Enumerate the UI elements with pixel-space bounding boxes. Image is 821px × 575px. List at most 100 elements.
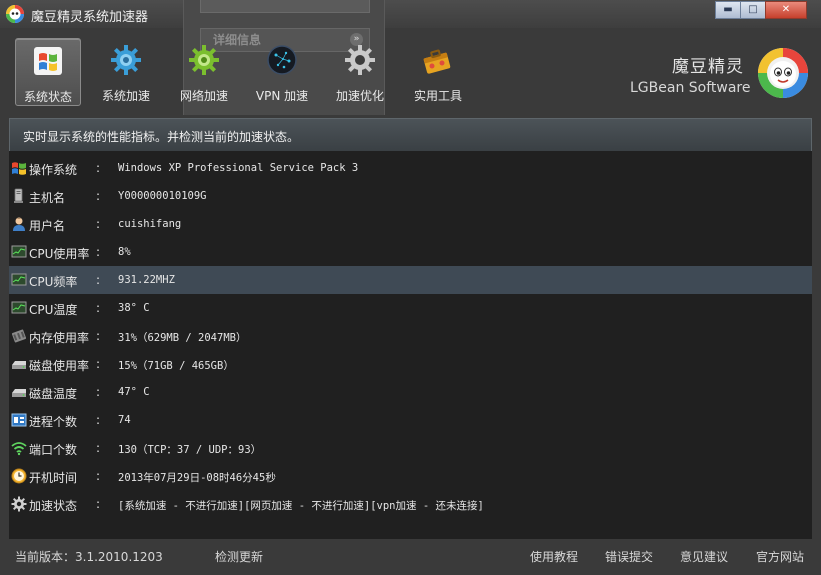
brand-logo <box>758 48 808 98</box>
row-label: 磁盘温度 <box>29 387 78 401</box>
tab-label: 系统状态 <box>23 90 72 104</box>
row-value: 130（TCP：37 / UDP：93） <box>118 444 262 456</box>
row-label: CPU使用率 <box>29 247 90 261</box>
system-status-panel: 操作系统 : Windows XP Professional Service P… <box>9 151 812 539</box>
tab-label: 实用工具 <box>413 89 462 103</box>
row-value: 2013年07月29日-08时46分45秒 <box>118 472 276 484</box>
row-cpu-temperature: CPU温度 : 38° C <box>9 294 812 322</box>
row-label: 内存使用率 <box>29 331 90 345</box>
vpn-globe-icon <box>267 45 297 75</box>
tab-optimization[interactable]: 加速优化 <box>328 38 392 104</box>
row-label: CPU频率 <box>29 275 78 289</box>
app-logo-icon <box>6 5 24 23</box>
brand-name-cn: 魔豆精灵 <box>672 57 744 77</box>
row-separator: : <box>96 245 101 259</box>
row-memory-usage: 内存使用率 : 31%（629MB / 2047MB） <box>9 322 812 350</box>
row-cpu-usage: CPU使用率 : 8% <box>9 238 812 266</box>
tab-system-acceleration[interactable]: 系统加速 <box>94 38 158 104</box>
maximize-button[interactable]: □ <box>740 1 766 19</box>
row-value: 38° C <box>118 302 150 314</box>
toolbox-icon <box>423 49 451 74</box>
tab-vpn-acceleration[interactable]: VPN 加速 <box>250 38 314 104</box>
status-footer: 当前版本：3.1.2010.1203 检测更新 使用教程 错误提交 意见建议 官… <box>0 540 821 575</box>
row-separator: : <box>96 161 101 175</box>
windows-flag-icon <box>34 47 62 75</box>
row-separator: : <box>96 301 101 315</box>
tab-label: 网络加速 <box>179 89 228 103</box>
row-disk-temperature: 磁盘温度 : 47° C <box>9 378 812 406</box>
settings-gear-icon <box>11 496 27 512</box>
website-link[interactable]: 官方网站 <box>756 548 804 565</box>
main-toolbar: 系统状态 系统加速 网络加速 VPN 加速 加速优化 实用工具 魔豆精灵 LGB… <box>0 28 821 114</box>
row-separator: : <box>96 441 101 455</box>
row-label: 进程个数 <box>29 415 78 429</box>
row-label: 用户名 <box>29 219 66 233</box>
report-error-link[interactable]: 错误提交 <box>605 548 653 565</box>
tab-network-acceleration[interactable]: 网络加速 <box>172 38 236 104</box>
clock-icon <box>11 468 27 484</box>
version-label: 当前版本：3.1.2010.1203 <box>15 550 163 564</box>
title-bar: 魔豆精灵系统加速器 ▬ □ ✕ <box>0 0 821 28</box>
row-os: 操作系统 : Windows XP Professional Service P… <box>9 154 812 182</box>
process-icon <box>11 413 27 427</box>
row-hostname: 主机名 : Y000000010109G <box>9 182 812 210</box>
green-gear-icon <box>189 45 219 75</box>
row-username: 用户名 : cuishifang <box>9 210 812 238</box>
windows-icon <box>12 162 26 175</box>
cpu-monitor-icon <box>11 245 27 258</box>
row-separator: : <box>96 385 101 399</box>
row-label: CPU温度 <box>29 303 78 317</box>
row-value: 47° C <box>118 386 150 398</box>
tab-utilities[interactable]: 实用工具 <box>406 38 470 104</box>
wifi-icon <box>11 442 27 456</box>
disk-icon <box>12 389 26 397</box>
row-separator: : <box>96 413 101 427</box>
row-port-count: 端口个数 : 130（TCP：37 / UDP：93） <box>9 434 812 462</box>
row-value: 74 <box>118 414 131 426</box>
description-banner: 实时显示系统的性能指标。并检测当前的加速状态。 <box>9 118 812 151</box>
row-separator: : <box>96 469 101 483</box>
minimize-button[interactable]: ▬ <box>715 1 741 19</box>
close-button[interactable]: ✕ <box>765 1 807 19</box>
row-label: 磁盘使用率 <box>29 359 90 373</box>
tab-label: VPN 加速 <box>255 89 309 103</box>
row-value: [系统加速 - 不进行加速][网页加速 - 不进行加速][vpn加速 - 还未连… <box>118 500 484 512</box>
brand-name-en: LGBean Software <box>630 80 751 96</box>
window-title: 魔豆精灵系统加速器 <box>31 10 149 25</box>
row-value: cuishifang <box>118 218 182 230</box>
tab-label: 系统加速 <box>101 89 150 103</box>
check-update-link[interactable]: 检测更新 <box>215 548 263 565</box>
disk-icon <box>12 361 26 369</box>
row-value: Windows XP Professional Service Pack 3 <box>118 162 359 174</box>
row-label: 开机时间 <box>29 471 78 485</box>
row-value: 15%（71GB / 465GB） <box>118 360 234 372</box>
row-process-count: 进程个数 : 74 <box>9 406 812 434</box>
computer-icon <box>14 188 23 203</box>
row-value: 931.22MHZ <box>118 274 175 286</box>
row-separator: : <box>96 273 101 287</box>
row-value: 31%（629MB / 2047MB） <box>118 332 247 344</box>
row-value: Y000000010109G <box>118 190 207 202</box>
memory-icon <box>11 329 27 343</box>
row-label: 加速状态 <box>29 499 78 513</box>
row-label: 操作系统 <box>29 163 78 177</box>
tab-label: 加速优化 <box>335 89 384 103</box>
row-separator: : <box>96 217 101 231</box>
row-separator: : <box>96 329 101 343</box>
window-controls: ▬ □ ✕ <box>715 1 807 19</box>
row-separator: : <box>96 357 101 371</box>
row-acceleration-status: 加速状态 : [系统加速 - 不进行加速][网页加速 - 不进行加速][vpn加… <box>9 490 812 518</box>
banner-text: 实时显示系统的性能指标。并检测当前的加速状态。 <box>23 130 300 144</box>
row-value: 8% <box>118 246 131 258</box>
row-label: 主机名 <box>29 191 66 205</box>
window-edge <box>812 115 821 540</box>
tab-system-status[interactable]: 系统状态 <box>15 38 81 106</box>
cpu-monitor-icon <box>11 273 27 286</box>
feedback-link[interactable]: 意见建议 <box>680 548 728 565</box>
row-label: 端口个数 <box>29 443 78 457</box>
row-cpu-frequency[interactable]: CPU频率 : 931.22MHZ <box>9 266 812 294</box>
row-boot-time: 开机时间 : 2013年07月29日-08时46分45秒 <box>9 462 812 490</box>
row-disk-usage: 磁盘使用率 : 15%（71GB / 465GB） <box>9 350 812 378</box>
tutorial-link[interactable]: 使用教程 <box>530 548 578 565</box>
blue-gear-icon <box>111 45 141 75</box>
